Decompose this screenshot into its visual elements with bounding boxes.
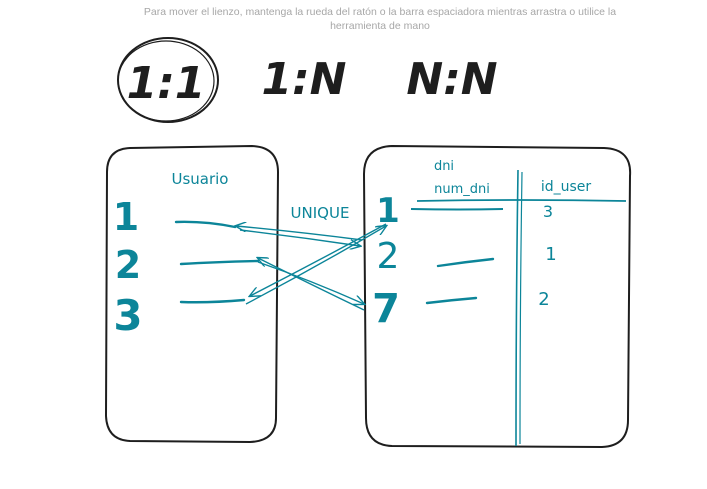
right-col1-header-top: dni xyxy=(434,159,454,174)
left-value-dash-2 xyxy=(179,259,260,266)
right-column-divider xyxy=(515,169,519,447)
right-id-user-1: 3 xyxy=(543,202,553,221)
cardinality-one-to-one: 1:1 xyxy=(127,58,206,109)
cardinality-one-to-many: 1:N xyxy=(261,54,346,105)
right-header-underline xyxy=(410,208,504,211)
left-table[interactable]: Usuario 1 2 3 xyxy=(104,144,280,444)
right-id-user-2: 1 xyxy=(545,244,556,265)
right-col1-header: num_dni xyxy=(434,182,490,197)
left-table-title: Usuario xyxy=(171,170,228,188)
left-value-dash-3 xyxy=(179,298,246,304)
right-table-id-1: 1 xyxy=(376,191,400,231)
right-column-divider-2 xyxy=(519,171,523,445)
right-table-id-3: 7 xyxy=(372,286,400,332)
left-value-dash-1 xyxy=(174,220,237,229)
right-value-dash-2 xyxy=(436,257,495,268)
unique-label: UNIQUE xyxy=(291,204,350,222)
drawing-canvas[interactable]: 1:1 1:N N:N Usuario 1 2 3 UNIQUE dni num… xyxy=(0,0,707,489)
left-table-id-2: 2 xyxy=(115,243,141,287)
cardinality-many-to-many: N:N xyxy=(406,54,497,105)
right-id-user-3: 2 xyxy=(538,289,549,310)
right-col2-header: id_user xyxy=(541,179,592,195)
right-table[interactable]: dni num_dni id_user 1 2 7 3 1 2 xyxy=(362,144,632,449)
relationship-arrows xyxy=(236,224,386,311)
left-table-id-3: 3 xyxy=(113,291,142,340)
right-table-id-2: 2 xyxy=(377,236,400,277)
right-value-dash-3 xyxy=(425,296,478,305)
left-table-id-1: 1 xyxy=(113,195,139,239)
cardinality-row: 1:1 1:N N:N xyxy=(117,37,498,123)
